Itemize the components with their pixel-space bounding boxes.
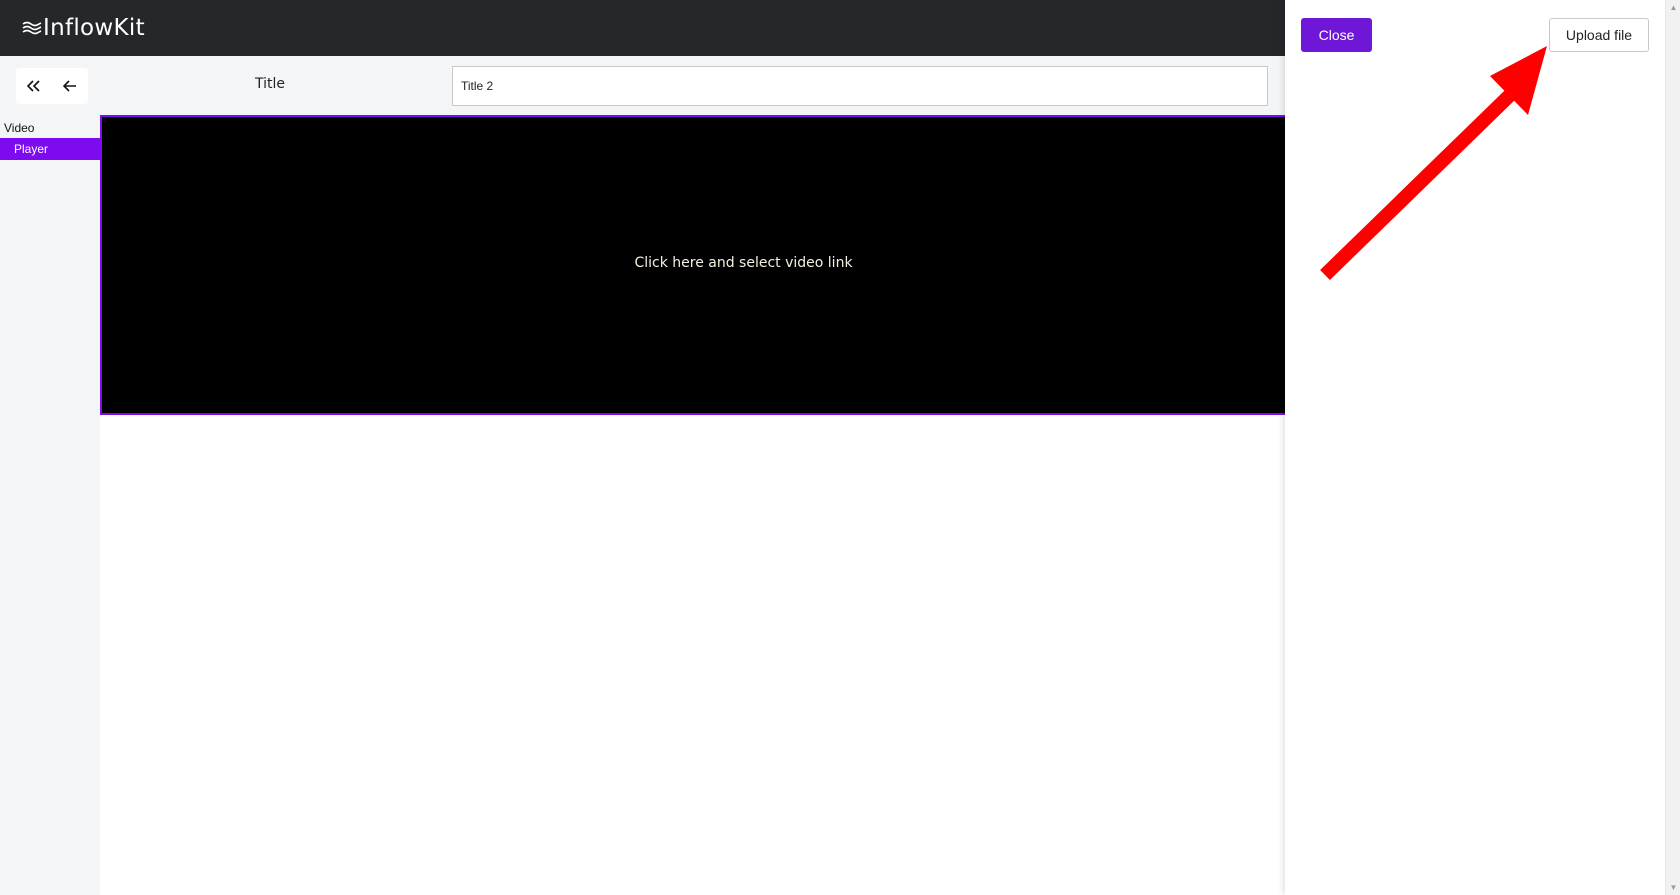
arrow-left-icon — [63, 80, 76, 92]
video-player[interactable]: Click here and select video link — [100, 115, 1285, 415]
upload-panel: Close Upload file — [1285, 0, 1665, 895]
title-input[interactable] — [452, 66, 1268, 106]
title-toolbar: Title — [0, 56, 1285, 115]
collapse-button[interactable] — [16, 68, 52, 104]
scroll-down-arrow-icon[interactable]: ▼ — [1666, 880, 1680, 895]
app-logo[interactable]: InflowKit — [22, 12, 145, 44]
scroll-up-arrow-icon[interactable]: ▲ — [1666, 0, 1680, 15]
app-brand: InflowKit — [43, 15, 145, 41]
nav-button-group — [16, 68, 88, 104]
editor-canvas: Click here and select video link — [100, 115, 1285, 895]
waves-icon — [22, 21, 42, 35]
video-placeholder-text: Click here and select video link — [634, 255, 853, 271]
page-scrollbar[interactable]: ▲ ▼ — [1665, 0, 1680, 895]
close-button[interactable]: Close — [1301, 18, 1372, 52]
double-chevron-left-icon — [27, 80, 40, 92]
back-button[interactable] — [52, 68, 88, 104]
sidebar: Video Player — [0, 115, 100, 895]
title-label: Title — [255, 76, 286, 92]
sidebar-group-video: Video — [4, 121, 35, 135]
upload-file-button[interactable]: Upload file — [1549, 18, 1649, 52]
sidebar-item-player[interactable]: Player — [0, 138, 100, 160]
